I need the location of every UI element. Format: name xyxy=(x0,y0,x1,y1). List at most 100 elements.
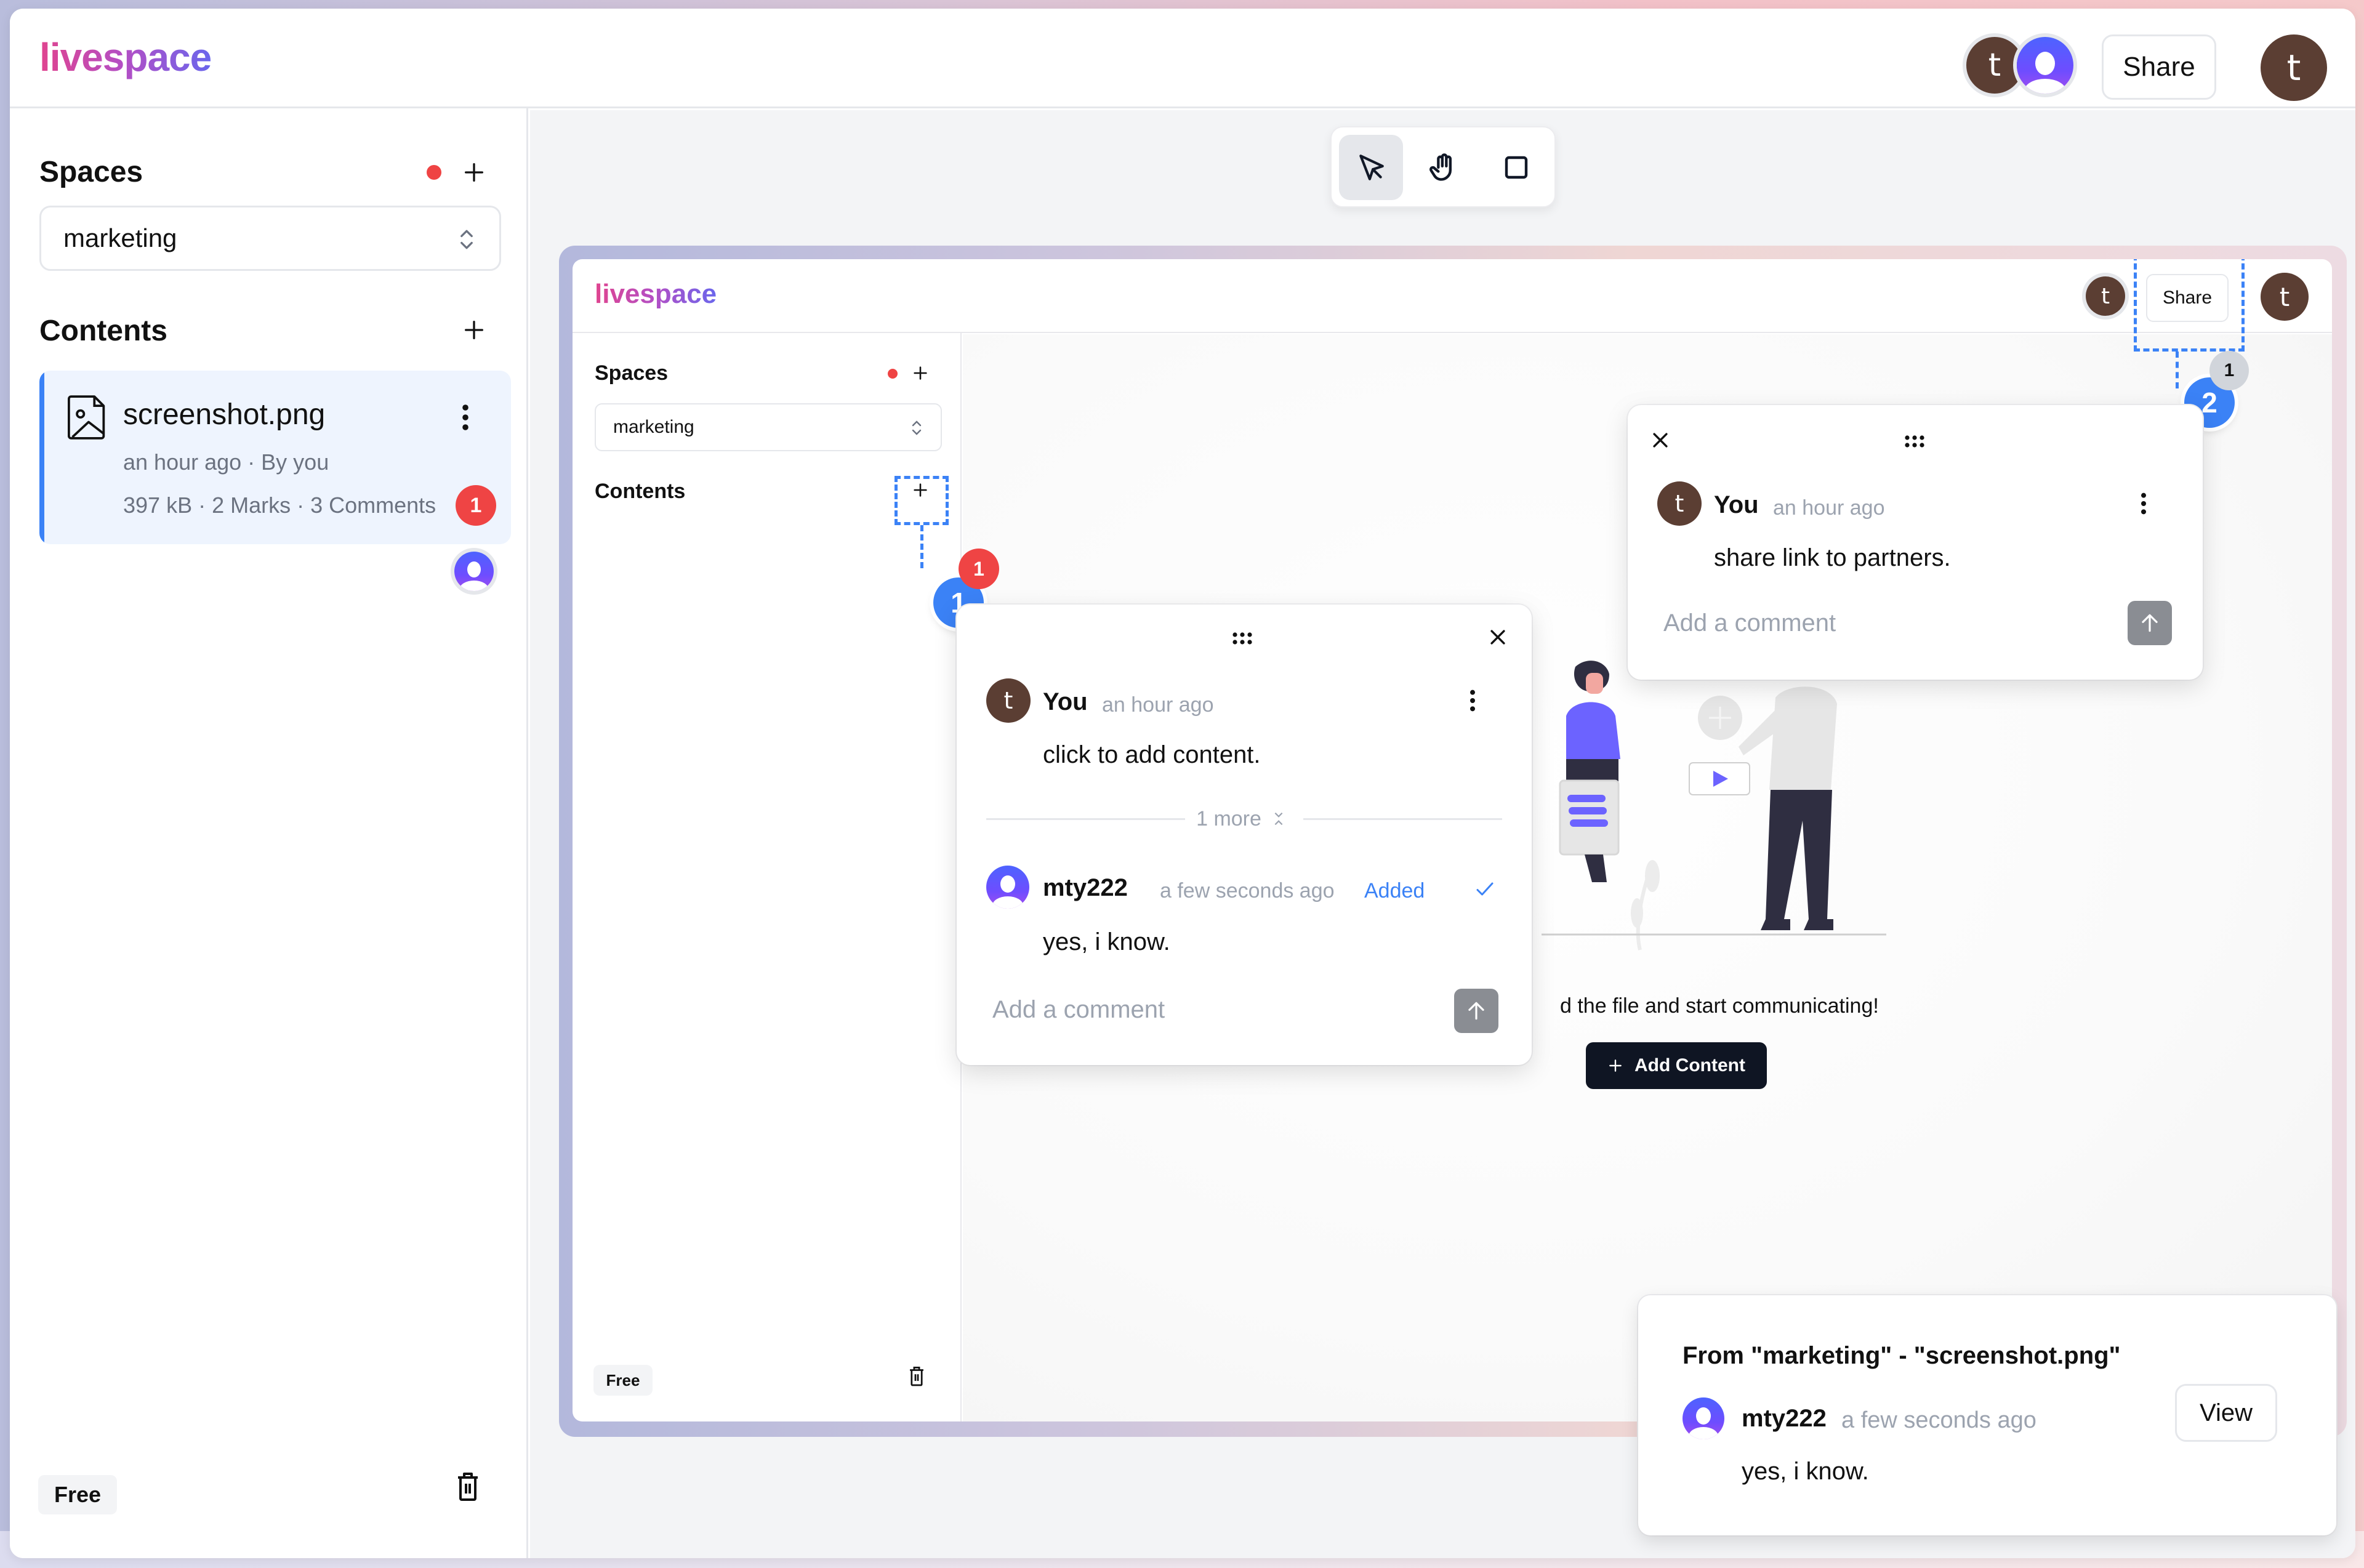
share-button[interactable]: Share xyxy=(2102,34,2216,100)
collaborator-avatar[interactable]: t xyxy=(1966,37,2023,94)
comment-text: yes, i know. xyxy=(1043,928,1170,955)
collaborator-initial: t xyxy=(1988,47,2001,84)
current-user-initial: t xyxy=(2286,47,2301,89)
embedded-plus-icon xyxy=(910,363,931,384)
grip-dots-icon xyxy=(1232,632,1252,645)
spaces-title: Spaces xyxy=(39,156,143,188)
app-header: livespace t Share t xyxy=(10,9,2355,108)
embedded-contents-title: Contents xyxy=(595,480,686,503)
space-select[interactable]: marketing xyxy=(39,206,501,271)
user-body-shape xyxy=(459,581,489,591)
unread-badge: 1 xyxy=(456,485,496,526)
embedded-avatar-initial: t xyxy=(2101,283,2110,309)
check-icon xyxy=(1476,882,1494,896)
collaborator-avatar-user-icon[interactable] xyxy=(2017,37,2073,94)
file-stats: 397 kB · 2 Marks · 3 Comments xyxy=(123,493,436,518)
embedded-user-avatar: t xyxy=(2261,273,2309,321)
viewer-avatar[interactable] xyxy=(454,552,494,591)
user-head-shape xyxy=(2035,52,2055,75)
file-menu-button[interactable] xyxy=(458,403,473,435)
file-name: screenshot.png xyxy=(123,398,326,431)
square-icon xyxy=(1505,156,1528,179)
notification-time: a few seconds ago xyxy=(1841,1407,2036,1433)
pan-tool-button[interactable] xyxy=(1412,135,1476,200)
notification-title: From "marketing" - "screenshot.png" xyxy=(1683,1342,2121,1369)
collapsed-replies-label: 1 more xyxy=(1196,806,1261,830)
contents-title: Contents xyxy=(39,315,167,347)
drag-handle[interactable] xyxy=(1231,630,1253,649)
add-content-button[interactable] xyxy=(459,315,489,345)
select-tool-button[interactable] xyxy=(1339,135,1403,200)
plus-icon xyxy=(465,163,483,182)
trash-icon xyxy=(910,1367,923,1386)
comment-author: You xyxy=(1714,491,1759,518)
user-body-shape xyxy=(2024,79,2066,94)
comment-thread-mark-2: t You an hour ago share link to partners… xyxy=(1628,405,2203,680)
close-thread-button[interactable] xyxy=(1487,627,1508,651)
comment-thread-mark-1: t You an hour ago click to add content. … xyxy=(957,605,1532,1065)
divider-line xyxy=(986,818,1186,820)
add-comment-input[interactable] xyxy=(992,991,1423,1028)
more-vertical-icon xyxy=(1470,690,1475,712)
mark-1-region[interactable] xyxy=(895,476,949,525)
comment-notification-toast: From "marketing" - "screenshot.png" mty2… xyxy=(1638,1295,2336,1535)
share-button-label: Share xyxy=(2123,52,2195,82)
embedded-add-content-button: Add Content xyxy=(1586,1042,1767,1089)
chevron-up-down-icon xyxy=(460,230,473,249)
embedded-space-select: marketing xyxy=(595,403,942,451)
add-comment-input[interactable] xyxy=(1663,605,2094,641)
resolve-button[interactable] xyxy=(1473,878,1497,903)
view-button[interactable]: View xyxy=(2175,1384,2277,1442)
comment-time: an hour ago xyxy=(1102,693,1214,717)
comment-status: Added xyxy=(1364,879,1425,903)
file-meta: an hour ago · By you xyxy=(123,449,329,475)
empty-state-text: d the file and start communicating! xyxy=(1560,994,1879,1018)
comment-author: You xyxy=(1043,688,1088,715)
expand-chevrons-icon xyxy=(1274,812,1283,826)
trash-icon xyxy=(458,1473,478,1501)
close-thread-button[interactable] xyxy=(1650,430,1671,454)
mark-2-comment-count: 1 xyxy=(2209,351,2249,390)
embedded-spaces-title: Spaces xyxy=(595,361,669,385)
notification-author: mty222 xyxy=(1742,1405,1827,1432)
embedded-add-content-label: Add Content xyxy=(1634,1055,1745,1075)
canvas[interactable]: livespace t Share t Spaces marketing Con… xyxy=(530,110,2355,1558)
space-select-value: marketing xyxy=(63,223,177,252)
plus-icon xyxy=(465,321,483,339)
arrow-up-icon xyxy=(1468,1002,1484,1020)
file-list-item[interactable]: screenshot.png an hour ago · By you 397 … xyxy=(39,371,511,544)
comment-menu-button[interactable] xyxy=(2139,491,2149,519)
close-icon xyxy=(1653,433,1668,448)
add-space-button[interactable] xyxy=(459,158,489,187)
comment-avatar: t xyxy=(986,678,1031,723)
send-comment-button[interactable] xyxy=(2128,601,2172,645)
collapsed-replies-divider[interactable]: 1 more xyxy=(986,806,1503,831)
delete-button[interactable] xyxy=(454,1470,481,1505)
comment-avatar: t xyxy=(1657,481,1702,526)
more-vertical-icon xyxy=(2141,493,2146,515)
send-comment-button[interactable] xyxy=(1454,989,1498,1033)
divider-line xyxy=(1303,818,1503,820)
comment-time: an hour ago xyxy=(1773,496,1885,520)
drag-handle[interactable] xyxy=(1904,433,1926,452)
view-button-label: View xyxy=(2200,1399,2253,1426)
rectangle-tool-button[interactable] xyxy=(1484,135,1548,200)
comment-menu-button[interactable] xyxy=(1468,688,1478,716)
selected-indicator xyxy=(39,371,44,544)
notification-text: yes, i know. xyxy=(1742,1458,1869,1485)
app-logo[interactable]: livespace xyxy=(39,34,212,80)
embedded-status-dot xyxy=(888,369,898,379)
sidebar: Spaces marketing Contents screenshot.png xyxy=(10,108,528,1558)
embedded-select-value: marketing xyxy=(613,417,694,437)
image-file-icon xyxy=(68,395,105,440)
current-user-avatar[interactable]: t xyxy=(2261,34,2327,101)
empty-state-illustration xyxy=(1542,642,1886,951)
comment-avatar-user-icon xyxy=(986,866,1029,909)
chevron-up-down-icon xyxy=(912,420,922,435)
plus-icon xyxy=(1609,1059,1622,1072)
mark-2-number: 2 xyxy=(2201,387,2217,419)
mark-2-region[interactable] xyxy=(2134,259,2245,352)
embedded-logo: livespace xyxy=(595,279,717,309)
comment-text: click to add content. xyxy=(1043,741,1261,768)
embedded-plan-badge: Free xyxy=(593,1365,653,1396)
